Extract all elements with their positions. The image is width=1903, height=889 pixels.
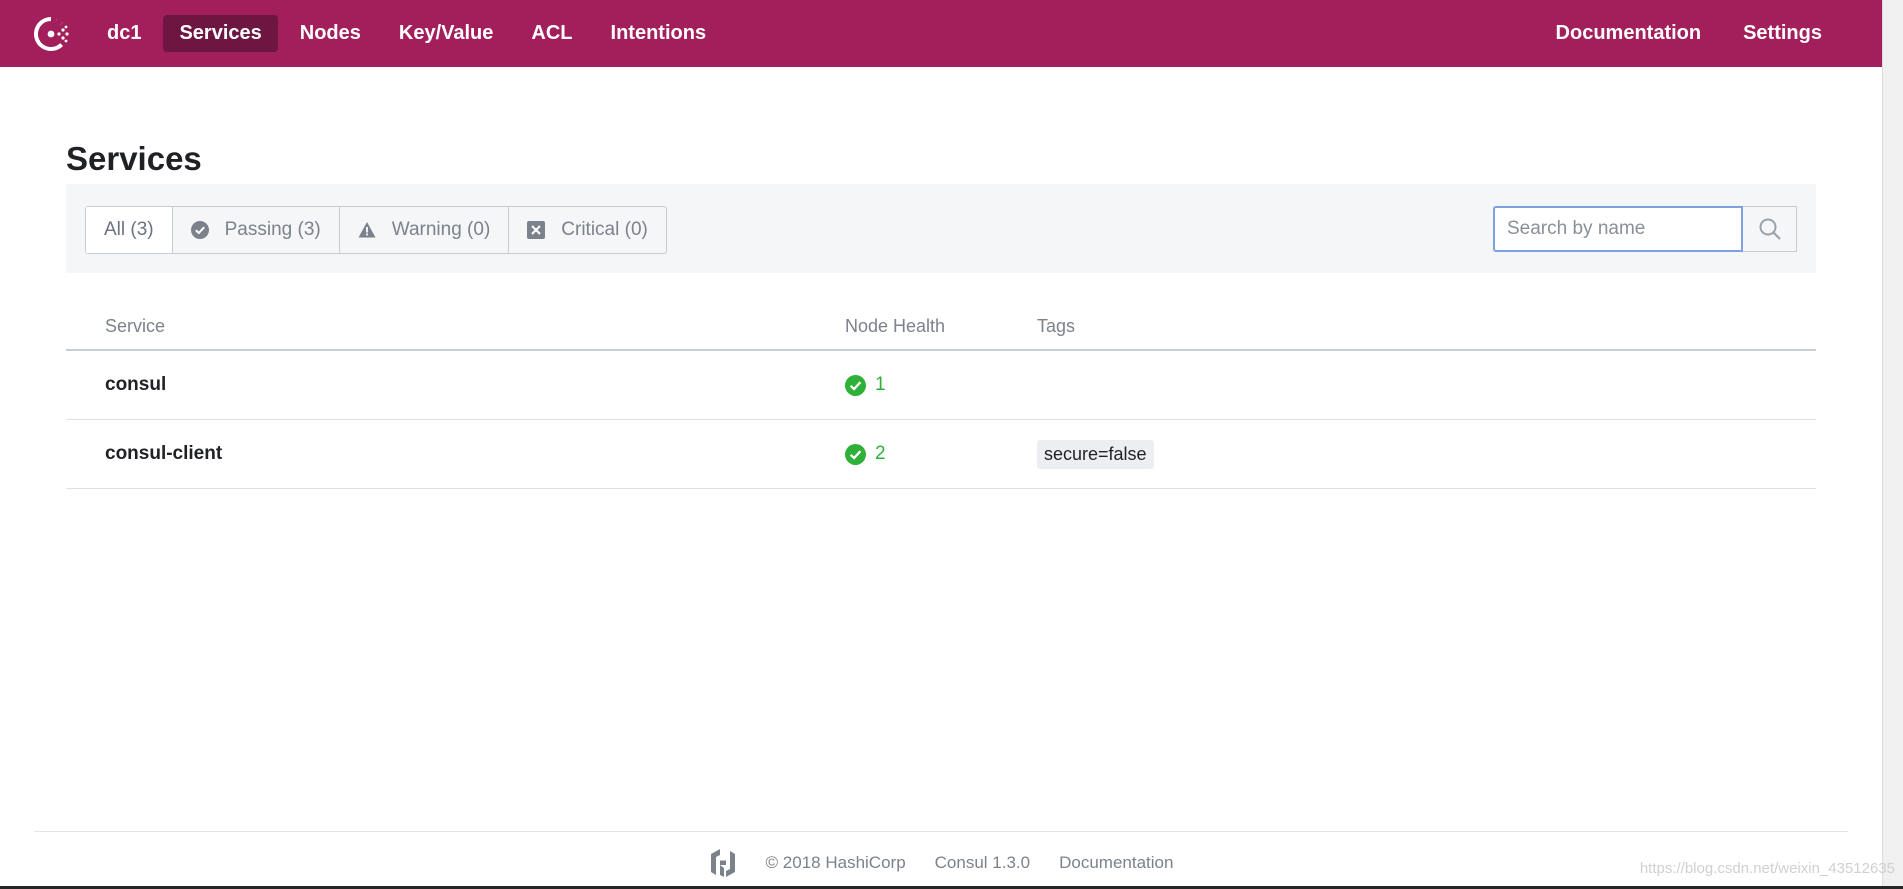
passing-check-icon xyxy=(845,374,866,396)
service-name[interactable]: consul-client xyxy=(105,420,222,488)
nav-nodes[interactable]: Nodes xyxy=(284,15,377,52)
services-table: Service Node Health Tags consul 1 consul… xyxy=(66,300,1816,489)
search-icon xyxy=(1759,218,1781,240)
nav-services[interactable]: Services xyxy=(163,15,278,52)
nav-acl[interactable]: ACL xyxy=(515,15,588,52)
warning-icon xyxy=(358,222,376,238)
consul-logo-icon[interactable] xyxy=(32,15,70,53)
column-header-tags: Tags xyxy=(1037,316,1076,336)
scrollbar[interactable] xyxy=(1882,0,1903,889)
nav-documentation[interactable]: Documentation xyxy=(1540,15,1718,52)
search-button[interactable] xyxy=(1743,206,1797,252)
page-title: Services xyxy=(66,140,202,177)
table-row[interactable]: consul-client 2 secure=false xyxy=(66,420,1816,489)
column-header-service: Service xyxy=(105,316,166,336)
column-header-node-health: Node Health xyxy=(845,316,946,336)
footer-version-link[interactable]: Consul 1.3.0 xyxy=(935,853,1030,873)
filter-all[interactable]: All (3) xyxy=(86,207,172,253)
health-count: 1 xyxy=(875,374,886,395)
passing-check-icon xyxy=(845,443,866,465)
nav-key-value[interactable]: Key/Value xyxy=(383,15,510,52)
footer-documentation-link[interactable]: Documentation xyxy=(1059,853,1173,873)
nav-intentions[interactable]: Intentions xyxy=(595,15,723,52)
passing-icon xyxy=(190,221,209,239)
service-name[interactable]: consul xyxy=(105,351,166,419)
filter-critical-label: Critical (0) xyxy=(561,219,648,240)
footer-copyright: © 2018 HashiCorp xyxy=(765,853,906,872)
filter-critical[interactable]: Critical (0) xyxy=(508,207,666,253)
filter-passing[interactable]: Passing (3) xyxy=(171,207,339,253)
filter-bar: All (3) Passing (3) Warning (0) Critical… xyxy=(66,184,1816,273)
datacenter-selector[interactable]: dc1 xyxy=(91,15,157,52)
critical-icon xyxy=(527,221,546,239)
filter-passing-label: Passing (3) xyxy=(224,219,321,240)
table-header: Service Node Health Tags xyxy=(66,300,1816,351)
health-count: 2 xyxy=(875,443,886,464)
node-health: 1 xyxy=(845,351,886,419)
footer-divider xyxy=(34,831,1848,832)
footer: © 2018 HashiCorp Consul 1.3.0 Documentat… xyxy=(0,840,1882,886)
watermark: https://blog.csdn.net/weixin_43512635 xyxy=(1639,860,1895,877)
secondary-nav: Documentation Settings xyxy=(1540,0,1838,67)
primary-nav: dc1 Services Nodes Key/Value ACL Intenti… xyxy=(91,0,722,67)
filter-warning-label: Warning (0) xyxy=(391,219,491,240)
tags-cell: secure=false xyxy=(1037,420,1154,488)
filter-warning[interactable]: Warning (0) xyxy=(338,207,509,253)
top-navigation: dc1 Services Nodes Key/Value ACL Intenti… xyxy=(0,0,1882,67)
tag-badge: secure=false xyxy=(1037,439,1154,469)
search-input[interactable] xyxy=(1493,206,1743,252)
search-box xyxy=(1493,206,1797,252)
hashicorp-logo-icon[interactable] xyxy=(709,848,737,878)
filter-all-label: All (3) xyxy=(104,219,154,240)
node-health: 2 xyxy=(845,420,886,488)
nav-settings[interactable]: Settings xyxy=(1727,15,1838,52)
health-filter-group: All (3) Passing (3) Warning (0) Critical… xyxy=(85,206,667,254)
table-row[interactable]: consul 1 xyxy=(66,351,1816,420)
